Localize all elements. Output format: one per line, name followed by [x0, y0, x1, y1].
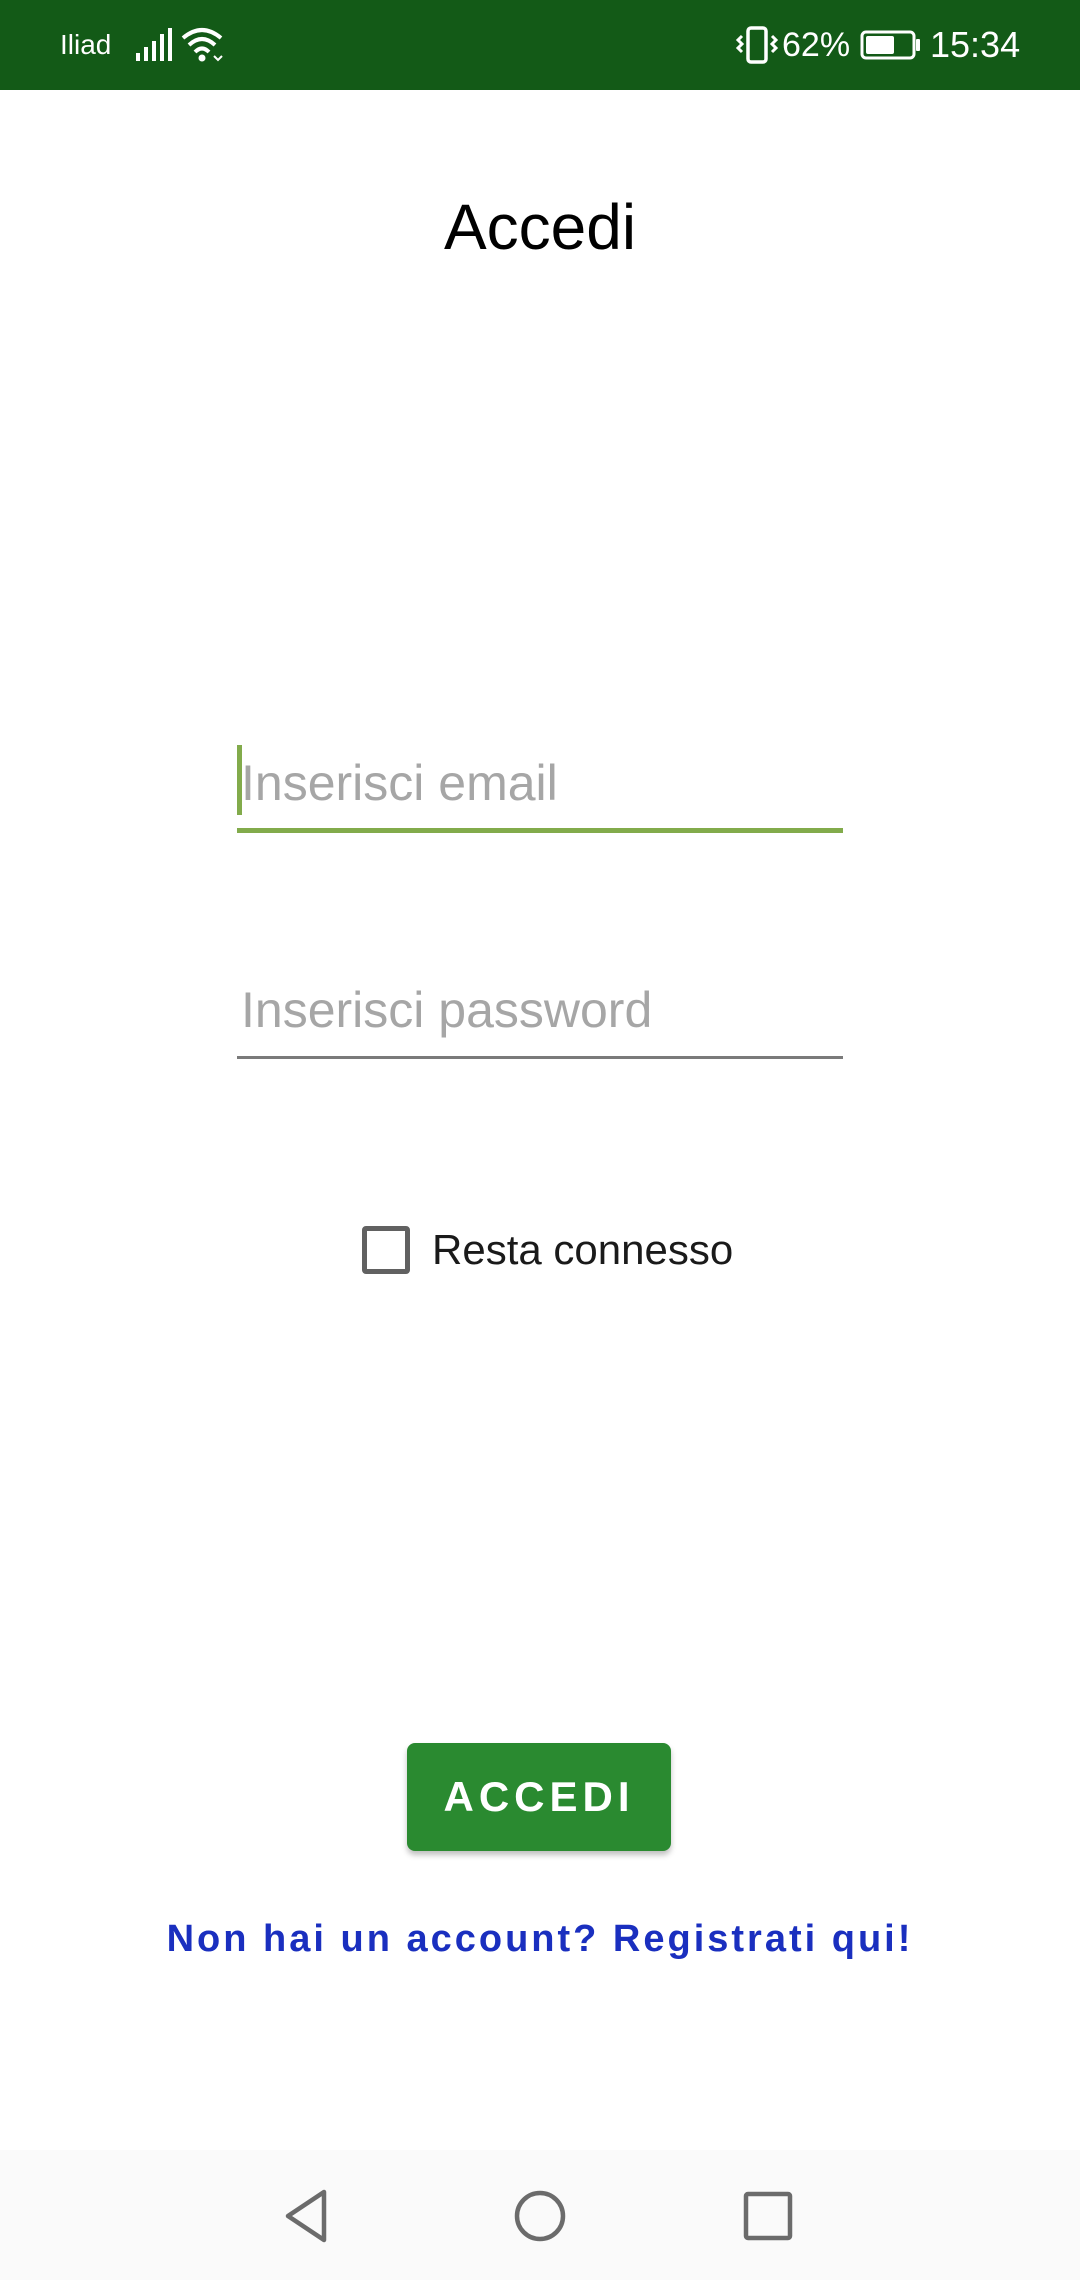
clock: 15:34 [930, 24, 1021, 65]
battery-icon [860, 30, 920, 60]
wifi-icon [181, 28, 223, 62]
battery-percent: 62% [782, 26, 851, 64]
email-field[interactable] [237, 737, 843, 833]
login-button[interactable]: ACCEDI [407, 1743, 671, 1851]
remember-me-checkbox[interactable] [362, 1226, 410, 1274]
page-title: Accedi [443, 191, 637, 263]
carrier-name: Iliad [60, 29, 112, 60]
navigation-bar [0, 2150, 1080, 2280]
signal-icon [136, 28, 172, 61]
password-field[interactable] [237, 963, 843, 1059]
vibrate-icon [735, 26, 779, 64]
home-icon[interactable] [504, 2180, 576, 2252]
text-cursor [237, 745, 242, 815]
recents-icon[interactable] [732, 2180, 804, 2252]
register-link[interactable]: Non hai un account? Registrati qui! [0, 1918, 1080, 1961]
remember-me-label: Resta connesso [432, 1226, 734, 1273]
back-icon[interactable] [272, 2180, 344, 2252]
login-screen: Iliad 62% 15:34 Accedi Inserisci email R… [0, 0, 1080, 2280]
remember-me-row[interactable]: Resta connesso [362, 1222, 733, 1278]
status-bar: Iliad 62% 15:34 [0, 0, 1080, 90]
